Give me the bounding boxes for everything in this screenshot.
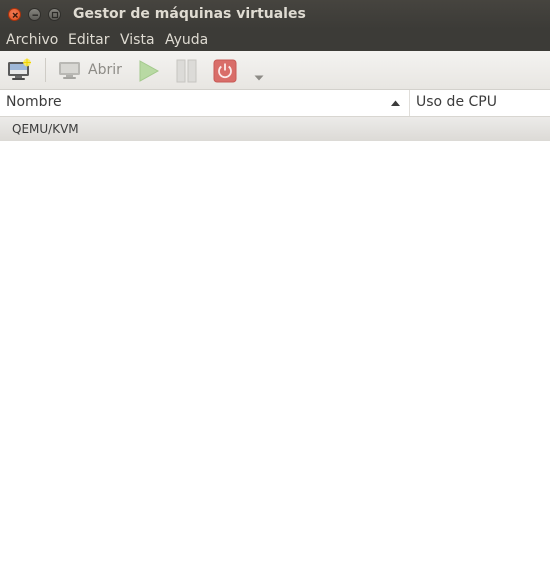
table-row[interactable]: QEMU/KVM [0, 117, 550, 141]
run-button[interactable] [137, 59, 161, 87]
pause-button[interactable] [175, 59, 199, 87]
new-vm-icon [8, 58, 31, 80]
maximize-icon [51, 11, 59, 19]
vm-list-area[interactable] [0, 141, 550, 578]
connection-name: QEMU/KVM [12, 122, 79, 136]
window-title: Gestor de máquinas virtuales [73, 6, 306, 22]
maximize-window-button[interactable] [48, 8, 61, 21]
shutdown-button[interactable] [213, 59, 237, 87]
dropdown-arrow-icon [254, 75, 264, 81]
monitor-icon [59, 62, 80, 79]
toolbar: Abrir [0, 51, 550, 90]
power-icon [213, 59, 237, 83]
menu-vista[interactable]: Vista [120, 32, 155, 48]
shutdown-menu-button[interactable] [253, 67, 265, 86]
column-nombre[interactable]: Nombre [6, 94, 62, 110]
menu-archivo[interactable]: Archivo [6, 32, 58, 48]
new-vm-button[interactable] [7, 58, 33, 86]
pause-icon [176, 59, 197, 83]
open-button[interactable] [58, 60, 82, 86]
column-header: Nombre Uso de CPU [0, 90, 550, 117]
minimize-icon [32, 14, 38, 16]
menu-editar[interactable]: Editar [68, 32, 109, 48]
menu-bar: Archivo Editar Vista Ayuda [0, 29, 550, 51]
column-divider[interactable] [409, 90, 410, 116]
sort-ascending-icon[interactable] [390, 99, 401, 107]
close-window-button[interactable] [8, 8, 21, 21]
minimize-window-button[interactable] [28, 8, 41, 21]
close-icon [12, 12, 18, 18]
toolbar-separator [45, 58, 46, 82]
open-button-label[interactable]: Abrir [88, 62, 122, 78]
column-uso-de-cpu[interactable]: Uso de CPU [416, 94, 497, 110]
play-icon [139, 60, 160, 82]
menu-ayuda[interactable]: Ayuda [165, 32, 208, 48]
title-bar: Gestor de máquinas virtuales [0, 0, 550, 29]
